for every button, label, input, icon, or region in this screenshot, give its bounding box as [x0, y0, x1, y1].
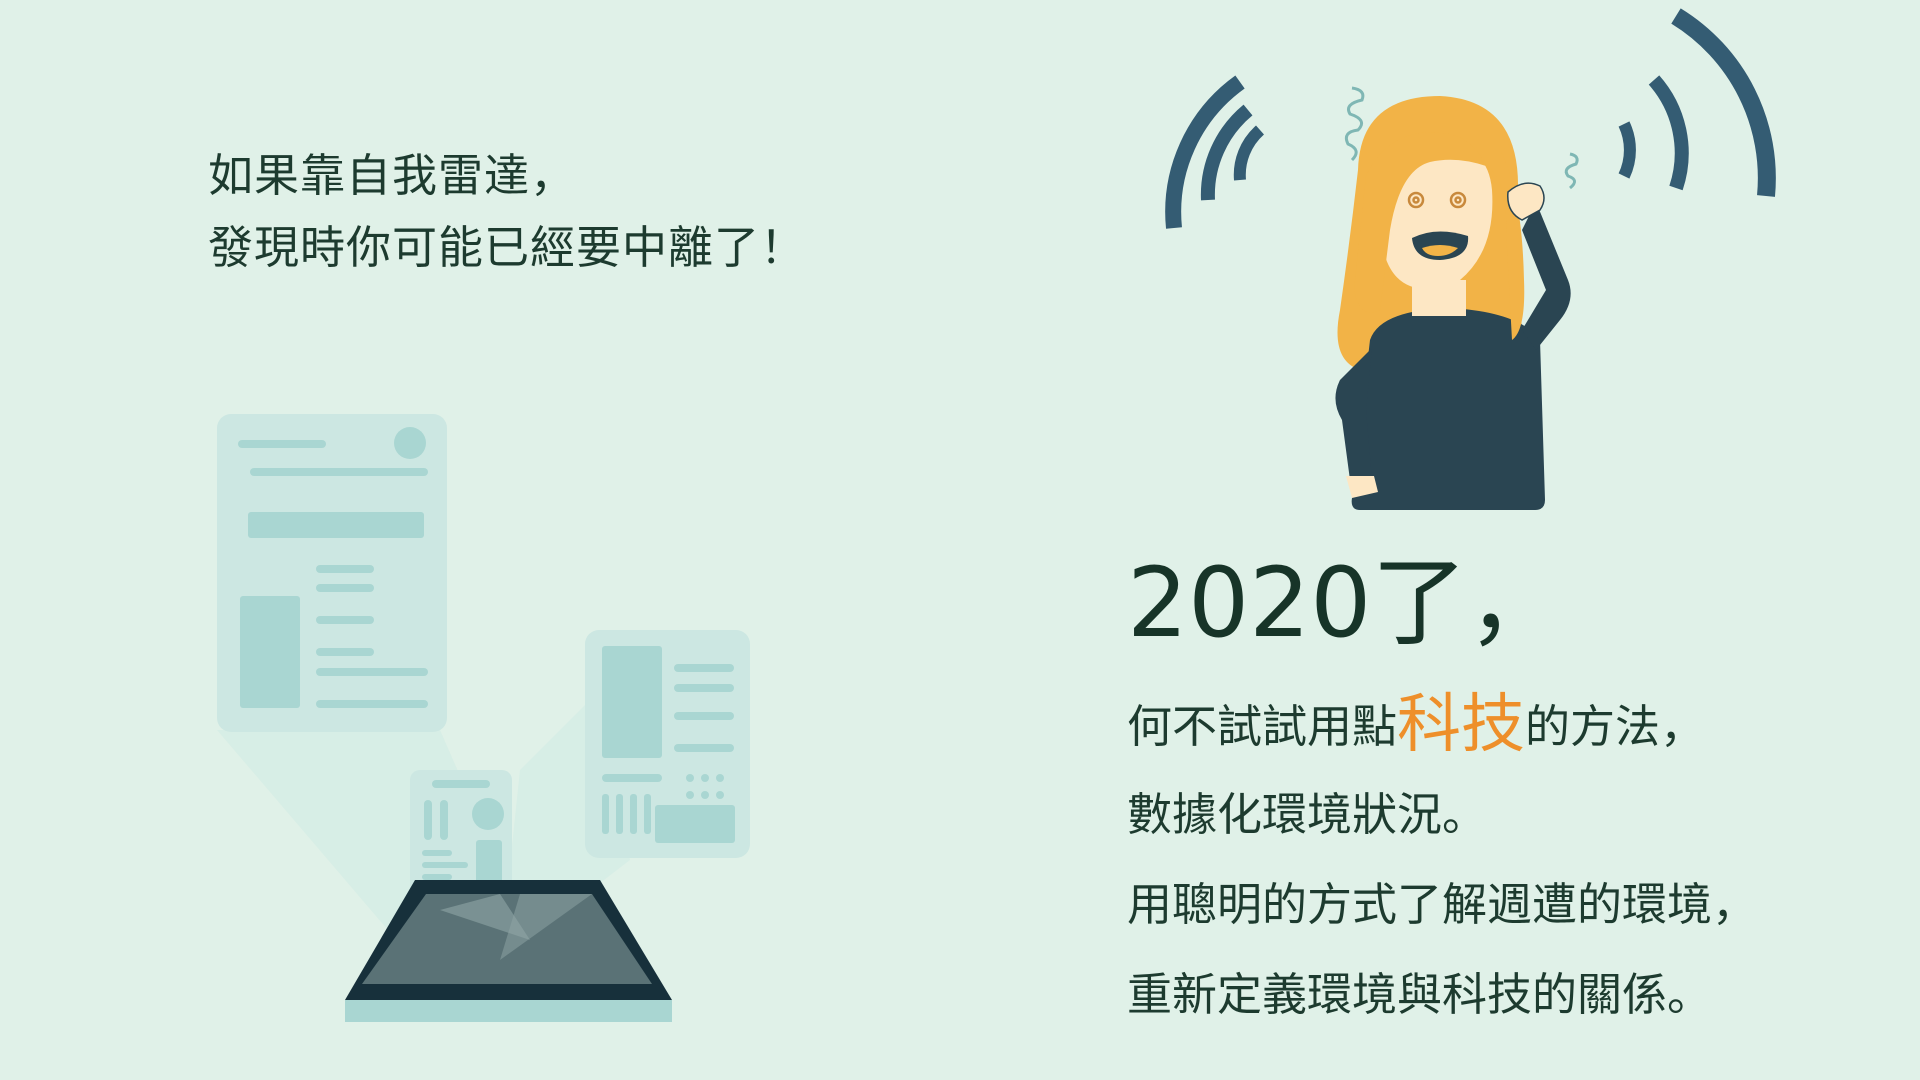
stressed-person-illustration	[1335, 86, 1579, 510]
document-card-large	[217, 414, 447, 732]
body-line-4: 重新定義環境與科技的關係。	[1127, 968, 1713, 1021]
intro-line-2: 發現時你可能已經要中離了！	[208, 221, 807, 274]
highlight-keyword: 科技	[1397, 688, 1526, 762]
phone-projecting-screens-illustration	[217, 414, 750, 1022]
body-line-2: 數據化環境狀況。	[1127, 788, 1488, 841]
intro-text: 如果靠自我雷達， 發現時你可能已經要中離了！	[208, 140, 806, 284]
headline: 2020了，	[1127, 547, 1564, 659]
body-text: 何不試試用點科技的方法， 數據化環境狀況。 用聰明的方式了解週遭的環境， 重新定…	[1127, 680, 1757, 1040]
body-line-3: 用聰明的方式了解週遭的環境，	[1127, 878, 1758, 931]
intro-line-1: 如果靠自我雷達，	[208, 149, 577, 202]
body-line-1: 何不試試用點科技的方法，	[1127, 680, 1757, 770]
body-line-1-after: 的方法，	[1525, 700, 1706, 753]
document-card-medium	[585, 630, 750, 858]
body-line-1-before: 何不試試用點	[1127, 700, 1398, 753]
